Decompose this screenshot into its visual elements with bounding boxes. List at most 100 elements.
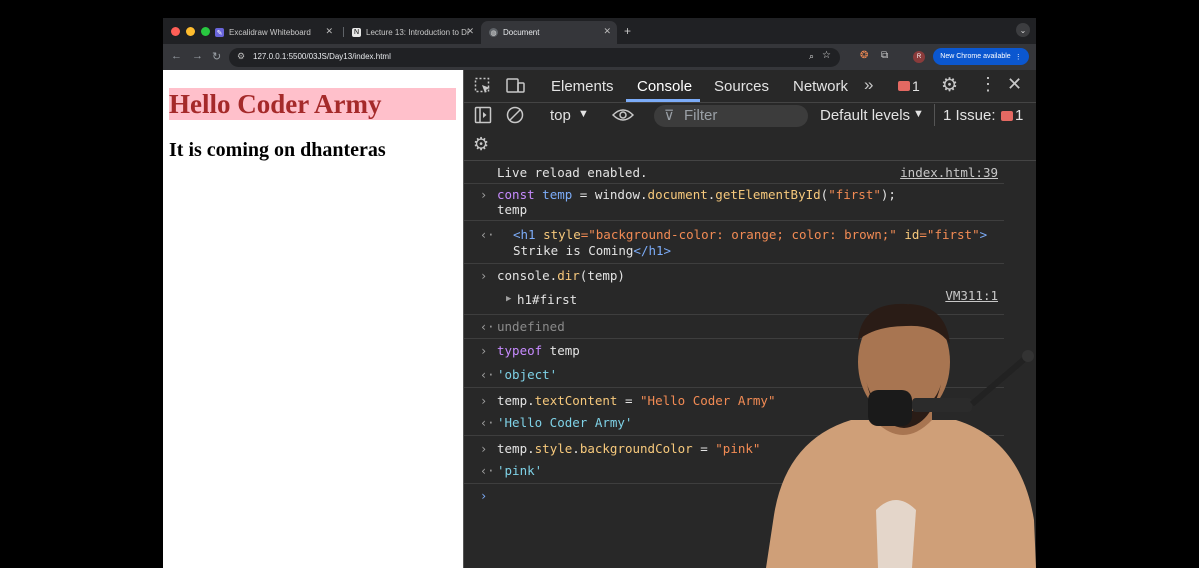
tab-document[interactable]: ◍ Document ✕ bbox=[481, 21, 617, 44]
code-text: console. bbox=[497, 268, 558, 283]
string-result: 'pink' bbox=[497, 463, 543, 478]
tab-title: Excalidraw Whiteboard bbox=[229, 28, 311, 37]
html-text: Strike is Coming bbox=[513, 243, 634, 258]
bookmark-star-icon[interactable]: ☆ bbox=[822, 50, 831, 61]
forward-icon[interactable]: → bbox=[192, 50, 203, 62]
url-text: 127.0.0.1:5500/03JS/Day13/index.html bbox=[253, 52, 391, 61]
context-selector[interactable]: top bbox=[550, 107, 571, 124]
tab-strip: ✎ Excalidraw Whiteboard ✕ N Lecture 13: … bbox=[163, 18, 1036, 44]
input-prompt-icon: › bbox=[480, 489, 488, 503]
input-prompt-icon: › bbox=[480, 344, 488, 358]
html-tag: > bbox=[979, 227, 988, 242]
html-attr-value: ="background-color: orange; color: brown… bbox=[580, 227, 897, 242]
code-keyword: const bbox=[497, 187, 535, 202]
eye-icon[interactable] bbox=[612, 107, 634, 123]
puzzle-icon[interactable]: ⧉ bbox=[881, 50, 888, 61]
presenter-webcam-image bbox=[766, 303, 1036, 568]
result-arrow-icon: ‹· bbox=[480, 368, 495, 382]
error-count[interactable]: 1 bbox=[912, 78, 920, 94]
element-result[interactable]: <h1 style="background-color: orange; col… bbox=[513, 227, 987, 242]
code-text: (temp) bbox=[579, 268, 625, 283]
code-keyword: typeof bbox=[497, 343, 543, 358]
clear-console-icon[interactable] bbox=[506, 106, 524, 124]
filter-input[interactable]: ⊽ Filter bbox=[654, 105, 808, 127]
code-text: temp. bbox=[497, 441, 535, 456]
kebab-menu-icon: ⋮ bbox=[1014, 53, 1022, 61]
tab-excalidraw[interactable]: ✎ Excalidraw Whiteboard ✕ bbox=[207, 21, 339, 44]
code-text: ); bbox=[880, 187, 896, 202]
new-tab-button[interactable]: + bbox=[624, 24, 631, 38]
active-tab-indicator bbox=[626, 99, 700, 102]
address-bar[interactable]: ⚙ 127.0.0.1:5500/03JS/Day13/index.html ⌕… bbox=[229, 48, 840, 67]
code-text: = bbox=[692, 441, 716, 456]
undefined-result: undefined bbox=[497, 319, 565, 334]
issues-count[interactable]: 1 bbox=[1015, 107, 1023, 124]
html-tag: <h1 bbox=[513, 227, 536, 242]
kebab-menu-icon[interactable]: ⋮ bbox=[979, 74, 997, 95]
close-window-button[interactable] bbox=[171, 27, 180, 36]
page-viewport: Hello Coder Army It is coming on dhanter… bbox=[163, 70, 463, 568]
divider bbox=[934, 104, 935, 126]
html-attr: style bbox=[535, 227, 581, 242]
minimize-window-button[interactable] bbox=[186, 27, 195, 36]
notion-icon: N bbox=[352, 28, 361, 37]
extension-icon[interactable]: ❂ bbox=[860, 50, 868, 61]
console-input-row: › const temp = window.document.getElemen… bbox=[464, 183, 1004, 221]
reload-icon[interactable]: ↻ bbox=[212, 50, 221, 63]
close-icon[interactable]: ✕ bbox=[466, 26, 474, 37]
dir-result[interactable]: h1#first bbox=[517, 292, 577, 307]
console-toolbar: top ▼ ⊽ Filter Default levels ▼ 1 Issue:… bbox=[464, 103, 1036, 129]
console-settings-gear-icon[interactable]: ⚙ bbox=[473, 134, 489, 155]
console-result-row: ‹· <h1 style="background-color: orange; … bbox=[464, 220, 1004, 264]
code-method: getElementById bbox=[715, 187, 821, 202]
settings-gear-icon[interactable]: ⚙ bbox=[941, 74, 958, 97]
source-link[interactable]: index.html:39 bbox=[900, 165, 998, 180]
code-string: "Hello Coder Army" bbox=[640, 393, 776, 408]
tab-console[interactable]: Console bbox=[637, 78, 692, 95]
expand-triangle-icon[interactable]: ▶ bbox=[506, 294, 511, 304]
zoom-icon[interactable]: ⌕ bbox=[809, 51, 814, 62]
device-toolbar-icon[interactable] bbox=[506, 77, 526, 95]
result-arrow-icon: ‹· bbox=[480, 416, 495, 430]
close-icon[interactable]: ✕ bbox=[325, 26, 333, 37]
error-badge-icon bbox=[898, 81, 910, 91]
tab-elements[interactable]: Elements bbox=[551, 78, 614, 95]
log-levels-dropdown[interactable]: Default levels bbox=[820, 107, 910, 124]
page-heading: Hello Coder Army bbox=[169, 88, 456, 120]
sidebar-toggle-icon[interactable] bbox=[474, 106, 492, 124]
html-attr: id bbox=[896, 227, 920, 242]
input-prompt-icon: › bbox=[480, 394, 488, 408]
excalidraw-icon: ✎ bbox=[215, 28, 224, 37]
browser-toolbar: ← → ↻ ⚙ 127.0.0.1:5500/03JS/Day13/index.… bbox=[163, 44, 1036, 70]
tab-network[interactable]: Network bbox=[793, 78, 848, 95]
log-message: Live reload enabled. bbox=[497, 165, 648, 180]
tab-search-icon[interactable]: ⌄ bbox=[1016, 23, 1030, 37]
close-devtools-icon[interactable]: ✕ bbox=[1007, 74, 1022, 95]
command-line: const temp = window.document.getElementB… bbox=[497, 187, 896, 202]
inspect-element-icon[interactable] bbox=[474, 77, 492, 95]
tab-sources[interactable]: Sources bbox=[714, 78, 769, 95]
avatar[interactable]: R bbox=[913, 51, 925, 63]
more-tabs-icon[interactable]: » bbox=[864, 75, 873, 95]
back-icon[interactable]: ← bbox=[171, 50, 182, 62]
input-prompt-icon: › bbox=[480, 442, 488, 456]
close-icon[interactable]: ✕ bbox=[603, 26, 611, 37]
console-input-row: › console.dir(temp) bbox=[464, 263, 1004, 287]
result-arrow-icon: ‹· bbox=[480, 320, 495, 334]
site-info-icon[interactable]: ⚙ bbox=[237, 51, 245, 62]
chevron-down-icon: ▼ bbox=[578, 108, 589, 120]
string-result: 'Hello Coder Army' bbox=[497, 415, 633, 430]
code-string: "pink" bbox=[715, 441, 761, 456]
devtools-tabbar: Elements Console Sources Network » 1 ⚙ ⋮… bbox=[464, 70, 1036, 103]
tab-lecture[interactable]: N Lecture 13: Introduction to Di ✕ bbox=[344, 21, 480, 44]
issues-label[interactable]: 1 Issue: bbox=[943, 107, 996, 124]
page-paragraph: It is coming on dhanteras bbox=[169, 139, 386, 161]
result-arrow-icon: ‹· bbox=[480, 464, 495, 478]
command-line-2: temp bbox=[497, 202, 528, 217]
code-method: dir bbox=[557, 268, 580, 283]
command-line: typeof temp bbox=[497, 343, 580, 358]
filter-icon: ⊽ bbox=[664, 107, 675, 123]
window-controls bbox=[171, 27, 210, 36]
chrome-update-button[interactable]: New Chrome available ⋮ bbox=[933, 48, 1029, 65]
issue-badge-icon bbox=[1001, 111, 1013, 121]
